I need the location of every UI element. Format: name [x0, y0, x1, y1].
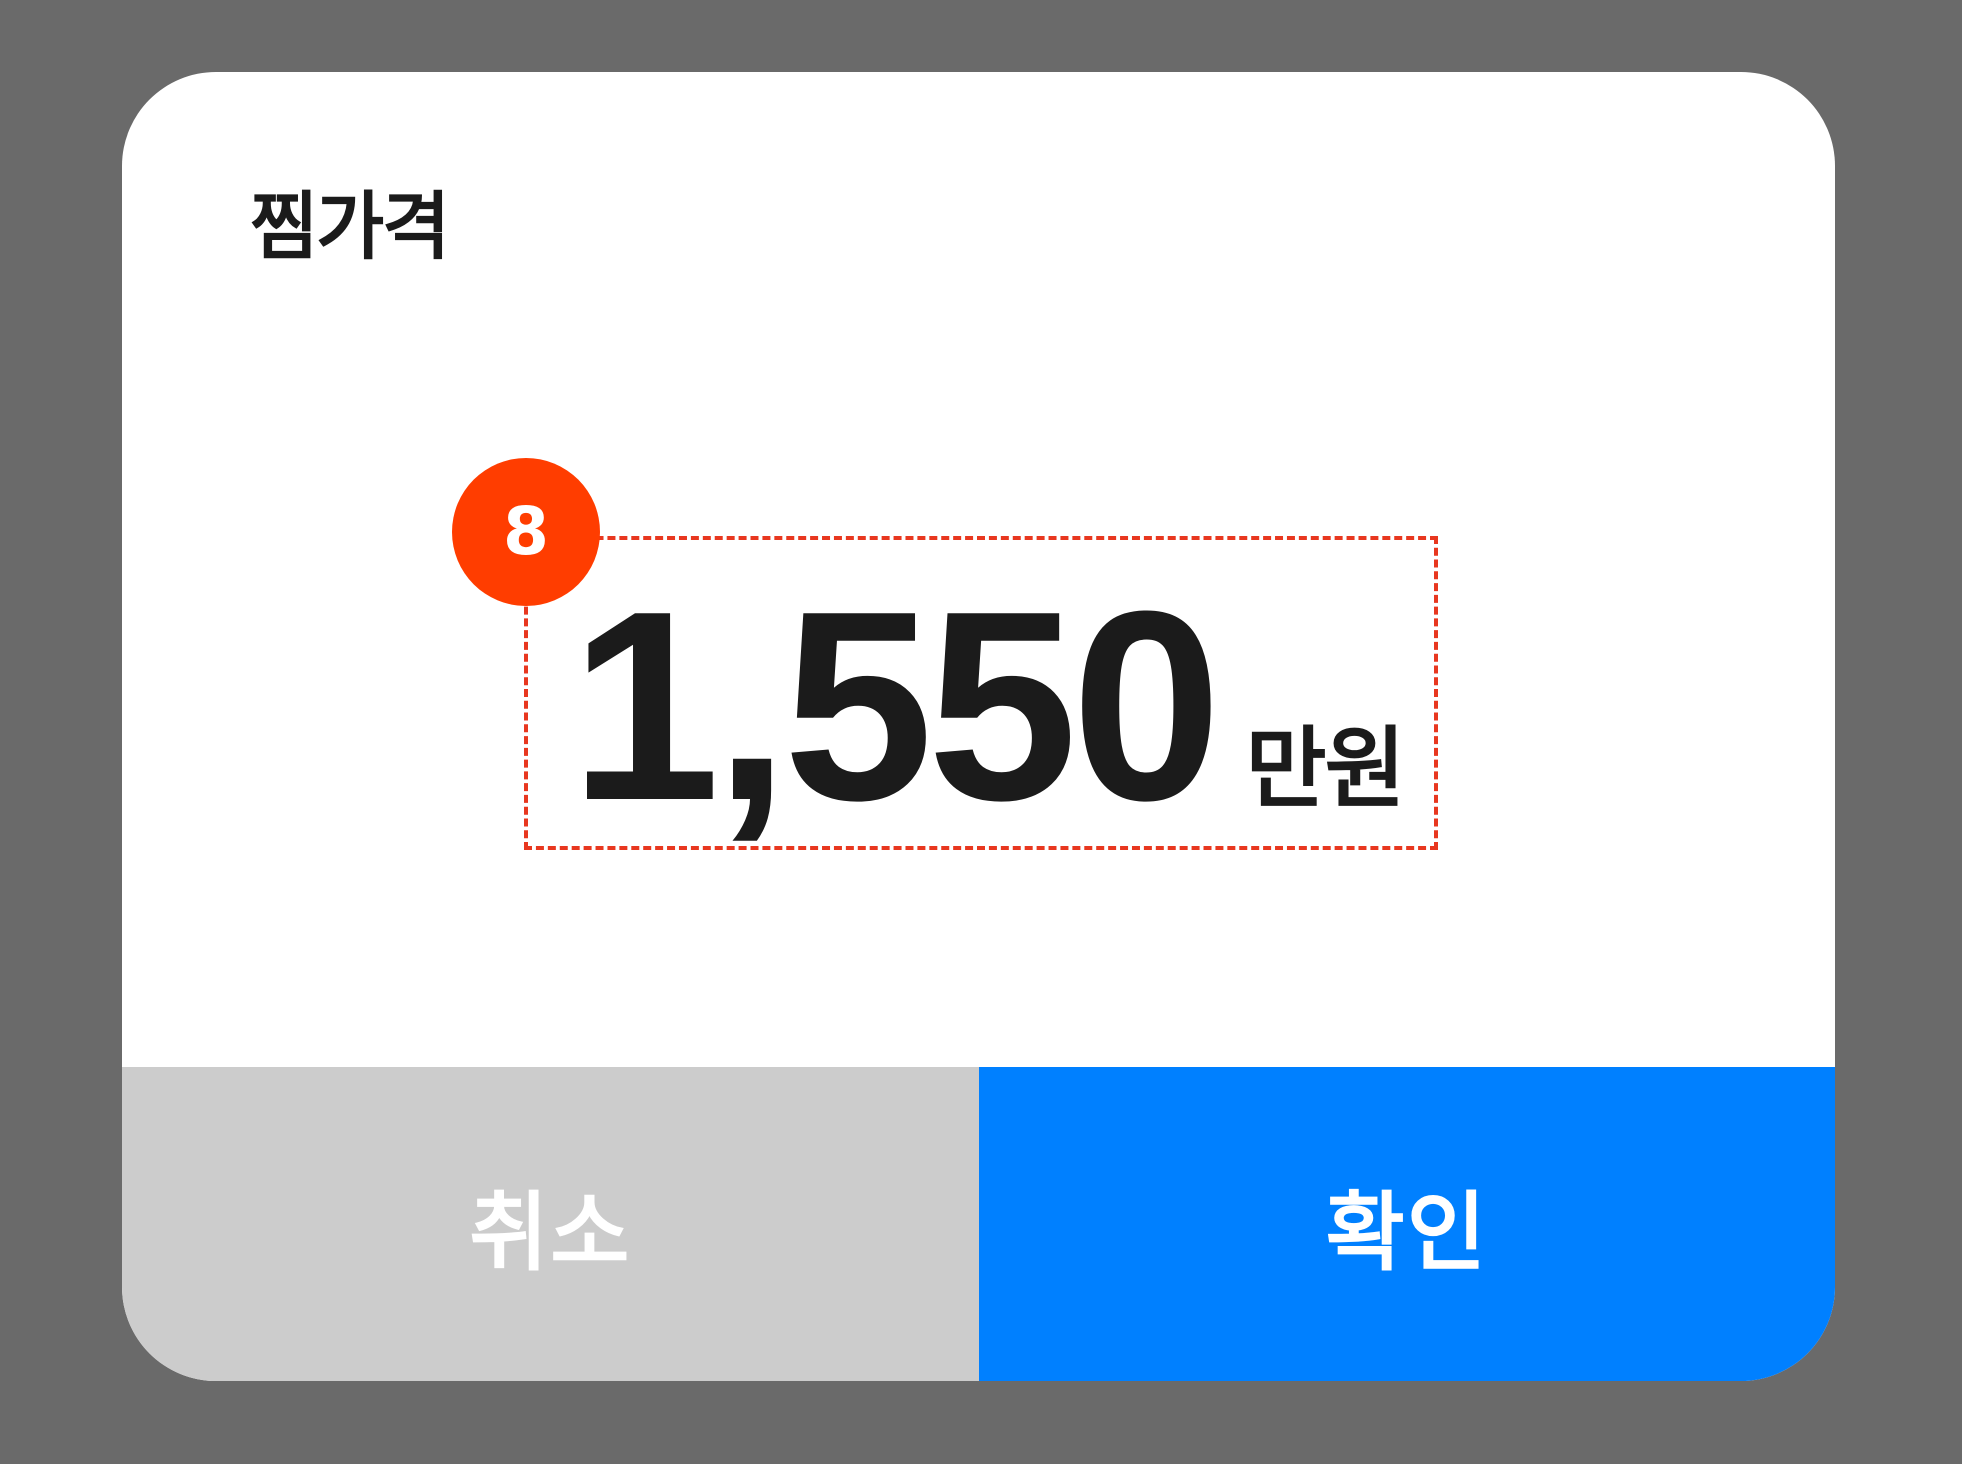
cancel-button[interactable]: 취소 — [122, 1067, 979, 1381]
price-value: 1,550 — [570, 556, 1222, 857]
dialog-title: 찜가격 — [250, 184, 450, 270]
confirm-button[interactable]: 확인 — [978, 1067, 1835, 1381]
dialog-button-row: 취소 확인 — [122, 1067, 1835, 1381]
price-dialog: 찜가격 8 1,550 만원 취소 확인 — [122, 72, 1835, 1381]
price-display: 1,550 만원 — [570, 556, 1406, 857]
price-unit: 만원 — [1245, 717, 1406, 820]
